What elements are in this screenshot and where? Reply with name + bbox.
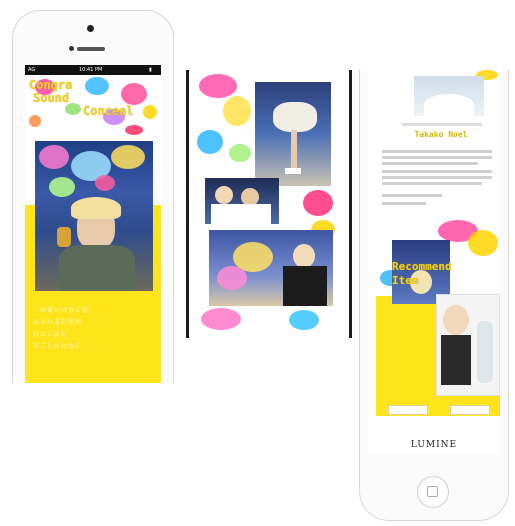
photo-jumping-person	[255, 82, 331, 186]
bio-line	[382, 150, 492, 153]
person-shirt	[59, 245, 135, 291]
recommend-heading: Recommend Item	[392, 260, 482, 288]
dark-top-shape	[441, 335, 471, 385]
paint-splash	[197, 130, 223, 154]
artist-photo	[414, 76, 484, 116]
carrier-label: AG	[28, 67, 36, 73]
status-bar: AG 10:41 PM ▮	[25, 65, 161, 75]
photo-splash	[217, 266, 247, 290]
brand-logo[interactable]: LUMINE	[398, 440, 470, 450]
caption-line: あふれる日常の	[33, 319, 83, 326]
shoes-shape	[285, 168, 301, 174]
sensor-dot	[69, 46, 74, 51]
skirt-shape	[273, 102, 317, 132]
photo-group-people	[205, 178, 279, 224]
clock-label: 10:41 PM	[79, 67, 103, 73]
bio-line	[382, 182, 482, 185]
paint-splash	[199, 74, 237, 98]
recommend-line: Recommend	[392, 260, 452, 273]
paint-splash	[229, 144, 251, 162]
earpiece-speaker	[77, 47, 105, 51]
bio-line	[382, 170, 492, 173]
face-shape	[443, 305, 469, 335]
bottle	[57, 227, 71, 247]
phone-mockup-middle	[186, 70, 352, 338]
bottle-product	[477, 321, 493, 383]
product-photo[interactable]	[436, 294, 500, 396]
paint-splash	[125, 125, 143, 135]
screen-right: Takako Noel Recommend Item LUMINE	[368, 70, 500, 455]
photo-two-people	[209, 230, 333, 306]
shirts-shape	[211, 204, 271, 224]
dark-top-shape	[283, 266, 327, 306]
paint-splash	[289, 310, 319, 330]
caption-line: ひとこまを	[33, 331, 68, 338]
photo-splash	[39, 145, 69, 169]
item-button[interactable]	[388, 405, 428, 415]
caption-text: お祝いの色と音 あふれる日常の ひとこまを すこしだけ色に	[33, 305, 153, 353]
paint-splash	[303, 190, 333, 216]
photo-splash	[95, 175, 115, 191]
caption-line: お祝いの色と音	[33, 307, 90, 314]
paint-splash	[223, 96, 251, 126]
hero-photo	[35, 141, 153, 291]
artist-name: Takako Noel	[414, 130, 468, 139]
bio-line	[382, 162, 478, 165]
face-shape	[215, 186, 233, 204]
recommend-line: Item	[392, 274, 419, 287]
home-square-icon	[427, 486, 438, 497]
photo-splash	[111, 145, 145, 169]
link-line[interactable]	[382, 202, 426, 205]
front-camera-icon	[87, 25, 94, 32]
person-hair	[71, 197, 121, 219]
caption-line: すこしだけ色に	[33, 343, 83, 350]
link-line[interactable]	[382, 194, 442, 197]
battery-icon: ▮	[149, 67, 152, 73]
hands-shape	[424, 94, 474, 116]
bio-line	[382, 156, 492, 159]
screen-middle	[193, 70, 339, 338]
item-button[interactable]	[450, 405, 490, 415]
hero-title-line: Conceal	[83, 104, 134, 118]
legs-shape	[291, 130, 297, 170]
artist-subtitle	[402, 123, 482, 126]
phone-mockup-right: Takako Noel Recommend Item LUMINE	[359, 70, 509, 521]
bio-line	[382, 176, 492, 179]
face-shape	[293, 244, 315, 268]
screen-left: AG 10:41 PM ▮ Congra Sound Conceal お祝いの色…	[25, 65, 161, 383]
hero-title: Congra Sound Conceal	[29, 79, 157, 118]
photo-splash	[49, 177, 75, 197]
paint-splash	[468, 230, 498, 256]
paint-splash	[201, 308, 241, 330]
phone-mockup-left: AG 10:41 PM ▮ Congra Sound Conceal お祝いの色…	[12, 10, 174, 383]
